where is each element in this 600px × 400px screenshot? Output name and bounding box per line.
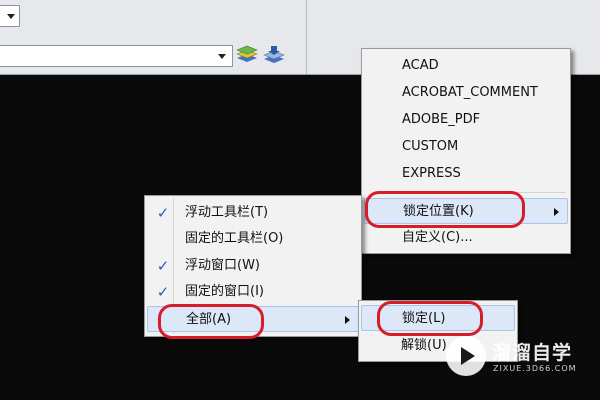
menu-item-label: CUSTOM — [402, 139, 459, 154]
menu-item-floating-toolbars[interactable]: ✓ 浮动工具栏(T) — [147, 200, 359, 226]
menu-item-docked-windows[interactable]: ✓ 固定的窗口(I) — [147, 279, 359, 305]
menu-separator — [394, 192, 566, 193]
menu-item-acrobat-comment[interactable]: ACROBAT_COMMENT — [364, 80, 568, 106]
menu-item-label: 浮动工具栏(T) — [185, 205, 269, 220]
submenu-arrow-icon — [554, 208, 559, 216]
menu-item-label: 全部(A) — [186, 312, 232, 327]
menu-item-label: 解锁(U) — [401, 338, 447, 353]
submenu-arrow-icon — [345, 316, 350, 324]
menu-item-floating-windows[interactable]: ✓ 浮动窗口(W) — [147, 253, 359, 279]
play-logo-icon — [446, 336, 486, 376]
watermark-brand: 溜溜自学 — [492, 342, 573, 364]
menu-item-label: 固定的工具栏(O) — [185, 231, 284, 246]
layer-dropdown[interactable] — [0, 45, 233, 67]
chevron-down-icon[interactable] — [7, 14, 15, 19]
menu-item-docked-toolbars[interactable]: 固定的工具栏(O) — [147, 226, 359, 252]
watermark: 溜溜自学 ZIXUE.3D66.COM — [446, 332, 576, 382]
layer-states-icon[interactable] — [235, 43, 259, 67]
menu-item-adobe-pdf[interactable]: ADOBE_PDF — [364, 107, 568, 133]
menu-item-customize[interactable]: 自定义(C)... — [364, 225, 568, 251]
check-icon: ✓ — [156, 204, 170, 222]
chevron-down-icon[interactable] — [218, 54, 226, 59]
menu-item-label: ADOBE_PDF — [402, 112, 481, 127]
menu-item-all[interactable]: 全部(A) — [147, 306, 359, 332]
menu-item-express[interactable]: EXPRESS — [364, 161, 568, 187]
top-dropdown[interactable] — [0, 5, 20, 27]
menu-item-label: 自定义(C)... — [402, 230, 473, 245]
menu-item-label: 锁定位置(K) — [403, 204, 474, 219]
check-icon: ✓ — [156, 283, 170, 301]
menu-item-label: 固定的窗口(I) — [185, 284, 264, 299]
check-icon: ✓ — [156, 257, 170, 275]
menu-item-lock[interactable]: 锁定(L) — [361, 305, 515, 331]
toolbar-divider — [306, 0, 307, 74]
menu-item-custom[interactable]: CUSTOM — [364, 134, 568, 160]
lock-location-submenu: ✓ 浮动工具栏(T) 固定的工具栏(O) ✓ 浮动窗口(W) ✓ 固定的窗口(I… — [144, 195, 362, 337]
menu-item-label: 锁定(L) — [402, 311, 446, 326]
menu-item-label: 浮动窗口(W) — [185, 258, 260, 273]
menu-item-label: EXPRESS — [402, 166, 461, 181]
menu-item-lock-location[interactable]: 锁定位置(K) — [364, 198, 568, 224]
menu-item-acad[interactable]: ACAD — [364, 53, 568, 79]
menu-item-label: ACROBAT_COMMENT — [402, 85, 538, 100]
menu-item-label: ACAD — [402, 58, 439, 73]
toolbars-menu: ACAD ACROBAT_COMMENT ADOBE_PDF CUSTOM EX… — [361, 48, 571, 254]
watermark-site: ZIXUE.3D66.COM — [493, 364, 577, 373]
layer-previous-icon[interactable] — [262, 43, 286, 67]
